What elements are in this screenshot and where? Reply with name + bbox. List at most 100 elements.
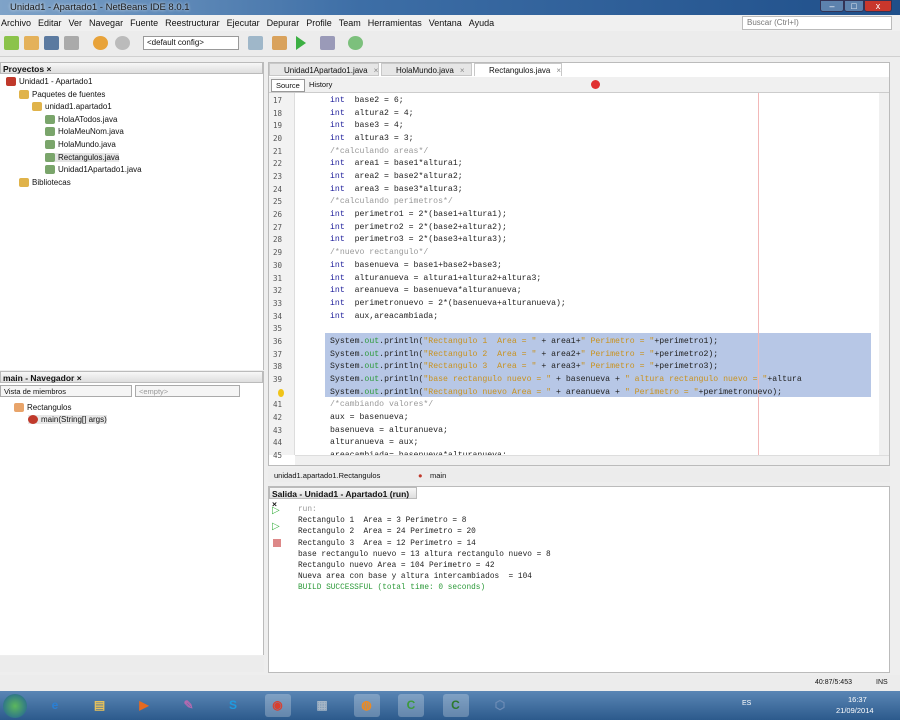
rerun-icon[interactable]: ▷ <box>272 505 280 516</box>
menu-reestructurar[interactable]: Reestructurar <box>164 18 221 28</box>
chrome-taskbar-icon[interactable]: ◉ <box>264 694 291 717</box>
code-token: perimetro1 = 2*(base1+altura1); <box>344 210 507 220</box>
close-tab-icon[interactable]: × <box>556 66 561 75</box>
new-file-icon[interactable] <box>4 36 19 50</box>
editor-tab-label: Unidad1Apartado1.java <box>284 66 368 75</box>
right-margin-line <box>758 93 759 455</box>
menu-fuente[interactable]: Fuente <box>129 18 159 28</box>
code-token: int <box>330 222 345 232</box>
menu-navegar[interactable]: Navegar <box>88 18 124 28</box>
tree-item[interactable]: Bibliotecas <box>19 177 71 187</box>
code-token: "Rectangulo nuevo Area = " <box>423 387 552 397</box>
source-tab[interactable]: Source <box>271 79 305 92</box>
paint-taskbar-icon[interactable]: ✎ <box>176 694 202 717</box>
tree-item[interactable]: HolaATodos.java <box>45 114 117 124</box>
menu-ejecutar[interactable]: Ejecutar <box>226 18 261 28</box>
run-icon[interactable] <box>296 36 306 50</box>
language-indicator[interactable]: ES <box>742 700 751 707</box>
code-token: + area1+ <box>536 336 581 346</box>
menu-profile[interactable]: Profile <box>305 18 333 28</box>
horizontal-scrollbar[interactable] <box>295 455 889 465</box>
virtualbox-taskbar-icon[interactable]: ⬡ <box>487 694 513 717</box>
undo-icon[interactable] <box>93 36 108 50</box>
lightbulb-hint-icon[interactable] <box>278 388 284 397</box>
internet-explorer-taskbar-icon[interactable]: e <box>42 694 68 717</box>
media-player-taskbar-icon[interactable]: ▶ <box>131 694 157 717</box>
new-project-icon[interactable] <box>24 36 39 50</box>
file-explorer-taskbar-icon[interactable]: ▤ <box>87 694 113 717</box>
code-line: System.out.println("Rectangulo 3 Area = … <box>330 362 718 371</box>
history-tab[interactable]: History <box>309 80 332 89</box>
menu-editar[interactable]: Editar <box>37 18 63 28</box>
camtasia-taskbar-icon[interactable]: C <box>398 694 424 717</box>
maximize-button[interactable]: □ <box>844 0 864 12</box>
editor-tab[interactable]: Unidad1Apartado1.java × <box>269 63 379 76</box>
close-button[interactable]: x <box>864 0 892 12</box>
nav-method[interactable]: main(String[] args) <box>28 415 107 424</box>
editor-tab[interactable]: HolaMundo.java × <box>381 63 472 76</box>
start-button[interactable] <box>3 694 27 718</box>
close-tab-icon[interactable]: × <box>460 66 465 75</box>
menu-depurar[interactable]: Depurar <box>266 18 301 28</box>
tree-item[interactable]: unidad1.apartado1 <box>32 102 112 112</box>
line-number: 30 <box>273 260 283 270</box>
breadcrumb-class[interactable]: unidad1.apartado1.Rectangulos <box>274 471 380 480</box>
config-select[interactable]: <default config> <box>143 36 239 50</box>
clean-build-icon[interactable] <box>272 36 287 50</box>
taskbar: e ▤ ▶ ✎ S ◉ ▦ ◍ C C ⬡ ES 16:37 21/09/2014 <box>0 691 900 720</box>
calculator-taskbar-icon[interactable]: ▦ <box>309 694 335 717</box>
editor-tab[interactable]: Rectangulos.java × <box>474 63 562 76</box>
stop-icon[interactable] <box>273 539 281 547</box>
line-number: 26 <box>273 210 283 220</box>
camtasia-recorder-taskbar-icon[interactable]: C <box>442 694 469 717</box>
filter-select[interactable]: <empty> <box>135 385 240 397</box>
rerun-different-icon[interactable]: ▷ <box>272 521 280 532</box>
projects-header: Proyectos × <box>0 62 263 74</box>
tree-item[interactable]: Unidad1Apartado1.java <box>45 165 142 175</box>
vertical-scrollbar[interactable] <box>879 93 889 455</box>
line-number: 31 <box>273 273 283 283</box>
minimize-button[interactable]: – <box>820 0 844 12</box>
skype-taskbar-icon[interactable]: S <box>220 694 246 717</box>
menu-team[interactable]: Team <box>338 18 362 28</box>
breadcrumb-method[interactable]: main <box>430 471 446 480</box>
code-token: +perimetro2); <box>654 349 719 359</box>
line-number: 43 <box>273 425 283 435</box>
code-token: basenueva = alturanueva; <box>330 425 448 435</box>
search-input[interactable]: Buscar (Ctrl+I) <box>742 16 892 30</box>
code-line: /*calculando areas*/ <box>330 147 428 156</box>
line-number: 45 <box>273 451 283 461</box>
record-macro-icon[interactable] <box>591 80 600 89</box>
debug-icon[interactable] <box>320 36 335 50</box>
code-token: alturanueva = altura1+altura2+altura3; <box>344 273 542 283</box>
redo-icon[interactable] <box>115 36 130 50</box>
line-number: 34 <box>273 311 283 321</box>
tree-item[interactable]: HolaMeuNom.java <box>45 127 124 137</box>
menu-ayuda[interactable]: Ayuda <box>468 18 495 28</box>
menu-archivo[interactable]: Archivo <box>0 18 32 28</box>
clock-date[interactable]: 21/09/2014 <box>836 706 874 715</box>
tree-item[interactable]: Paquetes de fuentes <box>19 89 105 99</box>
close-tab-icon[interactable]: × <box>374 66 379 75</box>
build-icon[interactable] <box>248 36 263 50</box>
code-line: int aux,areacambiada; <box>330 312 438 321</box>
code-token: " altura rectangulo nuevo = " <box>624 374 768 384</box>
tree-item[interactable]: Unidad1 - Apartado1 <box>6 77 92 86</box>
menu-ventana[interactable]: Ventana <box>428 18 463 28</box>
menu-herramientas[interactable]: Herramientas <box>367 18 423 28</box>
tree-item[interactable]: Rectangulos.java <box>45 152 120 162</box>
save-all-icon[interactable] <box>64 36 79 50</box>
code-token: int <box>330 235 345 245</box>
open-project-icon[interactable] <box>44 36 59 50</box>
view-select[interactable]: Vista de miembros <box>0 385 132 397</box>
tree-item-label: Unidad1 - Apartado1 <box>19 77 93 86</box>
clock-time[interactable]: 16:37 <box>848 695 867 704</box>
tree-item[interactable]: HolaMundo.java <box>45 140 116 149</box>
code-line: int base2 = 6; <box>330 96 404 105</box>
menu-ver[interactable]: Ver <box>68 18 84 28</box>
code-token: base2 = 6; <box>344 96 404 105</box>
nav-class[interactable]: Rectangulos <box>14 403 71 412</box>
profile-icon[interactable] <box>348 36 363 50</box>
netbeans-app-taskbar-icon[interactable]: ◍ <box>353 694 380 717</box>
code-token: "base rectangulo nuevo = " <box>423 374 552 384</box>
